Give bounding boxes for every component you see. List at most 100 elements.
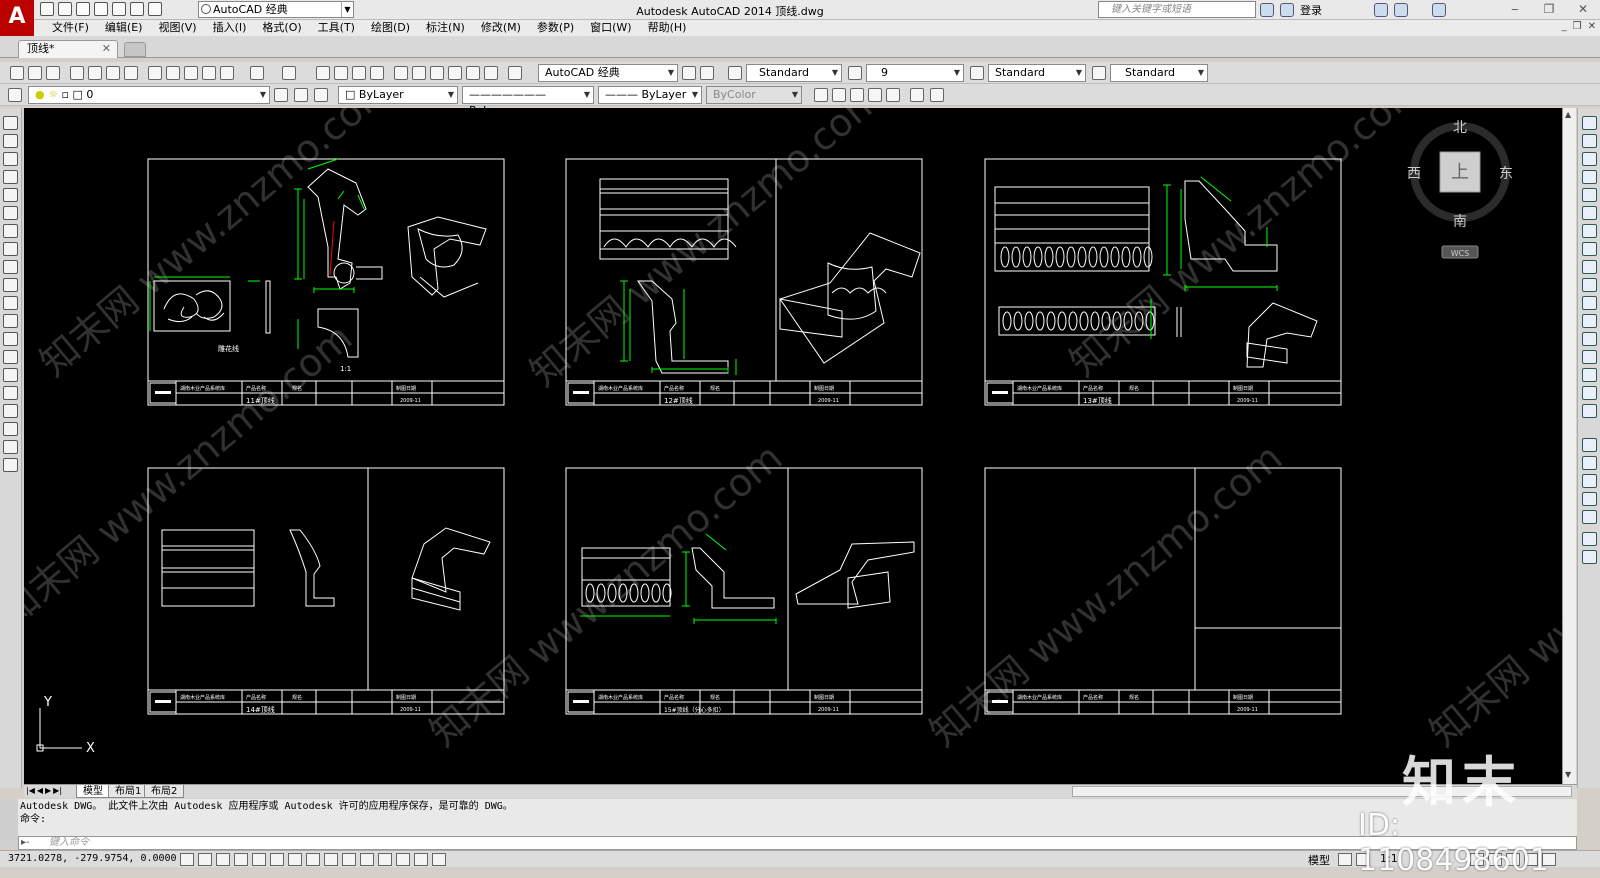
quick-view-layouts-icon[interactable] (1338, 853, 1352, 866)
plot-preview-icon[interactable] (88, 66, 102, 80)
block-editor-icon[interactable] (220, 66, 234, 80)
new-icon[interactable] (40, 2, 54, 16)
text-style-icon[interactable] (728, 66, 742, 80)
design-center-icon[interactable] (412, 66, 426, 80)
multileader-style-combo[interactable]: Standard ▼ (1110, 64, 1208, 82)
open-icon[interactable] (28, 66, 42, 80)
hatch-icon[interactable] (3, 368, 18, 382)
menu-edit[interactable]: 编辑(E) (97, 20, 151, 36)
menu-view[interactable]: 视图(V) (150, 20, 204, 36)
wcs-menu[interactable]: WCS (1451, 249, 1470, 258)
menu-insert[interactable]: 插入(I) (205, 20, 255, 36)
line-icon[interactable] (3, 116, 18, 130)
layer-combo[interactable]: ● ☼ ▫ □ 0 ▼ (28, 86, 270, 104)
polar-tracking-icon[interactable] (252, 853, 266, 866)
save-as-icon[interactable] (94, 2, 108, 16)
color-combo[interactable]: □ ByLayer ▼ (338, 86, 458, 104)
sphere-icon[interactable] (850, 88, 864, 102)
view-top-icon[interactable] (814, 88, 828, 102)
dynamic-ucs-icon[interactable] (324, 853, 338, 866)
gradient-icon[interactable] (3, 386, 18, 400)
break-icon[interactable] (1582, 314, 1597, 328)
annotation-monitor-icon[interactable] (432, 853, 446, 866)
minimize-button[interactable]: ‒ (1498, 0, 1532, 20)
text-front-icon[interactable] (1582, 532, 1597, 546)
publish-icon[interactable] (106, 66, 120, 80)
autodesk-360-icon[interactable] (1394, 3, 1408, 17)
maximize-button[interactable]: ❐ (1532, 0, 1566, 20)
chamfer-icon[interactable] (1582, 350, 1597, 364)
multiline-text-icon[interactable] (3, 440, 18, 454)
viewcube-north[interactable]: 北 (1453, 120, 1467, 136)
scroll-down-icon[interactable]: ▼ (1565, 770, 1571, 779)
markup-icon[interactable] (466, 66, 480, 80)
save-icon[interactable] (76, 2, 90, 16)
workspace-settings-icon[interactable] (682, 66, 696, 80)
region-icon[interactable] (3, 404, 18, 418)
drawing-svg[interactable]: 知末网 www.znzmo.com 知末网 www.znzmo.com 知末网 … (24, 108, 1562, 784)
blend-icon[interactable] (1582, 386, 1597, 400)
zoom-realtime-icon[interactable] (334, 66, 348, 80)
save-icon[interactable] (46, 66, 60, 80)
prev-layout-icon[interactable]: ◀ (37, 786, 43, 795)
snap-mode-icon[interactable] (198, 853, 212, 866)
doc-close-button[interactable]: ✕ (1588, 21, 1596, 32)
zoom-previous-icon[interactable] (370, 66, 384, 80)
infer-constraints-icon[interactable] (180, 853, 194, 866)
tab-layout2[interactable]: 布局2 (144, 785, 185, 798)
tab-model[interactable]: 模型 (76, 785, 110, 798)
mirror-icon[interactable] (1582, 152, 1597, 166)
send-back-icon[interactable] (1582, 474, 1597, 488)
join-icon[interactable] (1582, 332, 1597, 346)
viewcube-east[interactable]: 东 (1499, 166, 1513, 182)
make-current-layer-icon[interactable] (274, 88, 288, 102)
coordinate-readout[interactable]: 3721.0278, -279.9754, 0.0000 (8, 853, 177, 864)
menu-file[interactable]: 文件(F) (44, 20, 97, 36)
last-layout-icon[interactable]: ▶| (53, 786, 62, 795)
erase-icon[interactable] (1582, 116, 1597, 130)
quick-properties-icon[interactable] (396, 853, 410, 866)
explode-icon[interactable] (1582, 404, 1597, 418)
redo-icon[interactable] (282, 66, 296, 80)
doc-restore-button[interactable]: ❐ (1573, 21, 1582, 32)
table-style-combo[interactable]: Standard ▼ (988, 64, 1086, 82)
text-style-combo[interactable]: Standard ▼ (746, 64, 842, 82)
purge-icon[interactable] (930, 88, 944, 102)
send-under-icon[interactable] (1582, 510, 1597, 524)
workspace-save-icon[interactable] (700, 66, 714, 80)
help-icon[interactable] (1432, 3, 1446, 17)
menu-parameter[interactable]: 参数(P) (529, 20, 582, 36)
trim-icon[interactable] (1582, 278, 1597, 292)
help-icon[interactable] (508, 66, 522, 80)
drawing-canvas[interactable]: 知末网 www.znzmo.com 知末网 www.znzmo.com 知末网 … (24, 108, 1562, 784)
linetype-combo[interactable]: ——————— ByLayer ▼ (462, 86, 594, 117)
lineweight-icon[interactable] (360, 853, 374, 866)
calculator-icon[interactable] (484, 66, 498, 80)
rectangle-icon[interactable] (3, 188, 18, 202)
ortho-mode-icon[interactable] (234, 853, 248, 866)
scale-icon[interactable] (1582, 242, 1597, 256)
command-input[interactable]: ▸- 键入命令 (18, 836, 1577, 850)
rotate-icon[interactable] (1582, 224, 1597, 238)
workspace-select[interactable]: AutoCAD 经典 ▼ (198, 1, 354, 18)
array-icon[interactable] (1582, 188, 1597, 202)
make-block-icon[interactable] (3, 332, 18, 346)
zoom-window-icon[interactable] (352, 66, 366, 80)
menu-modify[interactable]: 修改(M) (473, 20, 529, 36)
login-button[interactable]: 登录 (1300, 2, 1322, 18)
pan-icon[interactable] (316, 66, 330, 80)
extend-icon[interactable] (1582, 296, 1597, 310)
close-button[interactable]: ✕ (1566, 0, 1600, 20)
layer-properties-icon[interactable] (8, 88, 22, 102)
add-selected-icon[interactable] (3, 458, 18, 472)
cut-icon[interactable] (148, 66, 162, 80)
object-snap-icon[interactable] (270, 853, 284, 866)
3d-osnap-icon[interactable] (288, 853, 302, 866)
qnew-icon[interactable] (10, 66, 24, 80)
first-layout-icon[interactable]: |◀ (26, 786, 35, 795)
ellipse-arc-icon[interactable] (3, 296, 18, 310)
layer-state-icon[interactable] (314, 88, 328, 102)
menu-dimension[interactable]: 标注(N) (418, 20, 473, 36)
orbit-icon[interactable] (832, 88, 846, 102)
properties-icon[interactable] (394, 66, 408, 80)
